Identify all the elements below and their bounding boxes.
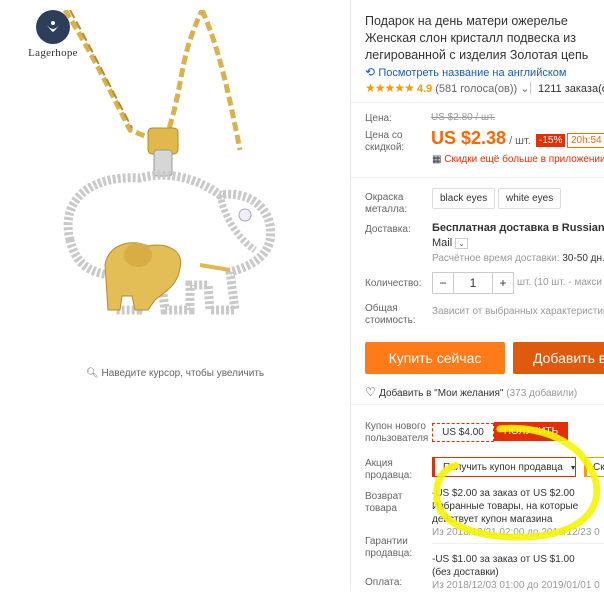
chevron-down-icon: ⌄ — [520, 83, 530, 95]
guarantee-label: Гарантии продавца: — [365, 536, 413, 559]
price-label: Цена: — [365, 113, 392, 124]
hr — [351, 102, 604, 103]
buy-now-button[interactable]: Купить сейчас — [365, 342, 505, 374]
translate-icon: ⟲ — [365, 65, 379, 79]
product-gallery[interactable]: Lagerhope 🔍︎ Наведите курсор, чтобы увел… — [0, 0, 350, 591]
quantity-note: шт. (10 шт. - макси — [517, 277, 602, 288]
chevron-down-icon: ⌄ — [455, 238, 468, 249]
hr — [351, 177, 604, 178]
rating-votes: (581 голоса(ов)) — [435, 83, 518, 95]
product-title: Подарок на день матери ожерелье Женская … — [365, 14, 589, 62]
new-user-coupon-label: Купон нового пользователя — [365, 421, 429, 444]
hr — [432, 543, 604, 544]
offer-2-title: -US $1.00 за заказ от US $1.00 — [432, 554, 575, 565]
quantity-decrease-button[interactable]: − — [433, 273, 453, 293]
color-label: Окраска металла: — [365, 192, 408, 215]
translate-title-link[interactable]: ⟲ Посмотреть название на английском — [365, 65, 566, 79]
countdown-timer: 20h:54 — [567, 133, 604, 148]
old-price: US $2.80 / шт. — [431, 112, 496, 123]
hr — [351, 404, 604, 405]
elephant-necklace-image — [62, 10, 276, 315]
shipping-method-dropdown[interactable]: Mail ⌄ — [432, 237, 468, 249]
total-note: Зависит от выбранных характеристик — [432, 306, 604, 317]
heart-icon: ♡ — [365, 385, 380, 399]
color-option-black-eyes[interactable]: black eyes — [432, 188, 496, 209]
app-promo-link[interactable]: ▦ Скидки ещё больше в приложении — [432, 154, 604, 165]
zoom-icon: 🔍︎ — [86, 368, 102, 379]
discount-price-label: Цена со скидкой: — [365, 130, 405, 153]
offer-2-dates: Из 2018/12/03 01:00 до 2019/01/01 0 — [432, 580, 600, 591]
return-label: Возврат товара — [365, 491, 403, 514]
shipping-label: Доставка: — [365, 224, 411, 235]
quantity-input[interactable]: 1 — [453, 273, 493, 293]
add-to-cart-button[interactable]: Добавить в — [513, 342, 604, 374]
payment-label: Оплата: — [365, 577, 403, 588]
rating-block[interactable]: ★★★★★ 4.9 (581 голоса(ов)) ⌄ — [365, 81, 529, 95]
seller-coupon-offer-2[interactable]: -US $1.00 за заказ от US $1.00 (без дост… — [432, 553, 604, 592]
seller-promo-label: Акция продавца: — [365, 458, 413, 481]
shipping-method: Бесплатная доставка в Russian Fede — [432, 222, 604, 234]
discount-badge: -15% — [536, 134, 566, 147]
quantity-increase-button[interactable]: + — [493, 273, 513, 293]
highlight-annotation — [433, 424, 601, 541]
shipping-time: Расчётное время доставки: 30-50 дн. — [432, 253, 604, 264]
rating-score: 4.9 — [416, 83, 433, 95]
new-price: US $2.38/ шт. — [431, 128, 531, 148]
color-option-white-eyes[interactable]: white eyes — [498, 188, 562, 209]
divider — [350, 0, 351, 591]
quantity-label: Количество: — [365, 278, 422, 289]
rating-stars: ★★★★★ — [365, 81, 415, 95]
separator — [530, 82, 531, 94]
offer-2-desc: (без доставки) — [432, 567, 499, 578]
orders-count: 1211 заказа(ов) — [538, 83, 604, 95]
add-to-wishlist-link[interactable]: ♡ Добавить в "Мои желания" (373 добавили… — [365, 385, 577, 399]
zoom-hint: 🔍︎ Наведите курсор, чтобы увеличить — [86, 368, 265, 379]
total-label: Общая стоимость: — [365, 303, 416, 326]
quantity-stepper[interactable]: − 1 + — [432, 272, 514, 294]
qr-code-icon: ▦ — [432, 154, 445, 165]
